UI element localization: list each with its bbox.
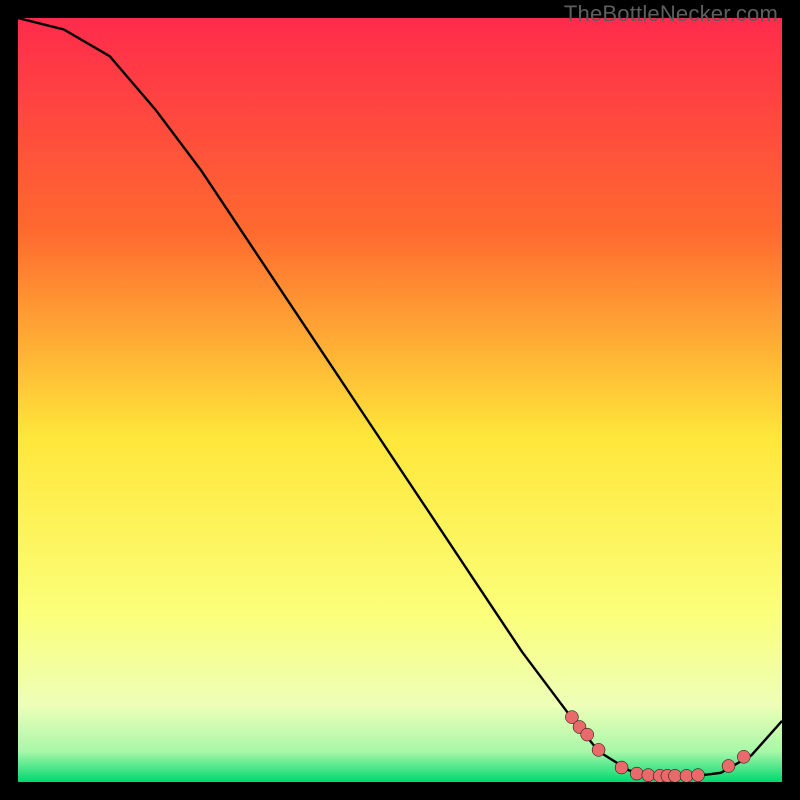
watermark-text: TheBottleNecker.com [564, 1, 778, 27]
chart-frame [18, 18, 782, 782]
marker-dot [592, 743, 605, 756]
marker-dot [692, 769, 705, 782]
bottleneck-chart [18, 18, 782, 782]
marker-dot [737, 750, 750, 763]
marker-dot [680, 769, 693, 782]
gradient-background [18, 18, 782, 782]
marker-dot [630, 767, 643, 780]
marker-dot [581, 728, 594, 741]
marker-dot [722, 760, 735, 773]
marker-dot [669, 769, 682, 782]
marker-dot [642, 769, 655, 782]
marker-dot [615, 761, 628, 774]
